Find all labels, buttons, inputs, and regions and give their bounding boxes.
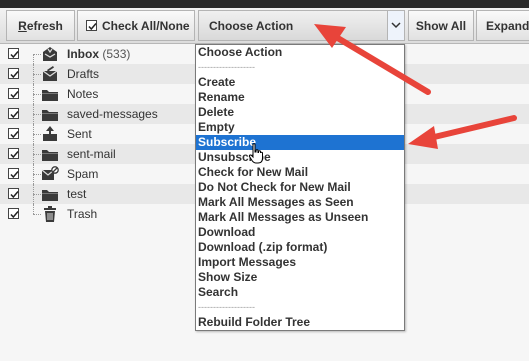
folder-label[interactable]: Inbox (533): [67, 47, 130, 61]
expand-label: Expand: [486, 18, 529, 33]
dropdown-option-rebuild-folder-tree[interactable]: Rebuild Folder Tree: [196, 315, 404, 330]
sent-tray-icon: [41, 125, 59, 143]
dropdown-option-mark-all-seen[interactable]: Mark All Messages as Seen: [196, 195, 404, 210]
dropdown-option-empty[interactable]: Empty: [196, 120, 404, 135]
dropdown-option-mark-all-unseen[interactable]: Mark All Messages as Unseen: [196, 210, 404, 225]
folder-checkbox[interactable]: [8, 168, 19, 179]
dropdown-separator: -------------------: [198, 302, 255, 312]
dropdown-option-search[interactable]: Search: [196, 285, 404, 300]
chevron-down-icon[interactable]: [387, 11, 404, 40]
tree-line: [33, 114, 41, 115]
folder-toolbar: Refresh Check All/None Choose Action Sho…: [0, 8, 529, 44]
dropdown-separator: -------------------: [198, 62, 255, 72]
tree-line: [33, 54, 34, 64]
trash-icon: [41, 205, 59, 223]
folder-checkbox[interactable]: [8, 108, 19, 119]
folder-label[interactable]: Sent: [67, 127, 92, 141]
choose-action-value: Choose Action: [209, 18, 294, 33]
folder-checkbox[interactable]: [8, 188, 19, 199]
dropdown-option-show-size[interactable]: Show Size: [196, 270, 404, 285]
tree-line: [33, 54, 41, 55]
tree-line: [33, 154, 41, 155]
folder-label[interactable]: test: [67, 187, 86, 201]
folder-icon: [41, 185, 59, 203]
show-all-label: Show All: [415, 18, 467, 33]
tree-line: [33, 174, 41, 175]
folder-checkbox[interactable]: [8, 148, 19, 159]
unread-count: (533): [102, 47, 131, 61]
choose-action-dropdown: Choose Action ------------------- Create…: [195, 44, 405, 331]
dropdown-option-rename[interactable]: Rename: [196, 90, 404, 105]
folder-checkbox[interactable]: [8, 68, 19, 79]
hand-pointer-cursor-icon: [248, 143, 263, 164]
tree-line: [33, 74, 41, 75]
dropdown-option-download[interactable]: Download: [196, 225, 404, 240]
dropdown-option-do-not-check-new-mail[interactable]: Do Not Check for New Mail: [196, 180, 404, 195]
folder-label[interactable]: Drafts: [67, 67, 99, 81]
folder-icon: [41, 85, 59, 103]
folder-checkbox[interactable]: [8, 128, 19, 139]
check-all-checkbox-icon: [86, 20, 97, 31]
tree-line: [33, 194, 41, 195]
refresh-accesskey: R: [18, 18, 27, 33]
refresh-button[interactable]: Refresh: [6, 10, 75, 41]
dropdown-option-create[interactable]: Create: [196, 75, 404, 90]
dropdown-option-delete[interactable]: Delete: [196, 105, 404, 120]
folder-checkbox[interactable]: [8, 48, 19, 59]
drafts-envelope-icon: [41, 65, 59, 83]
inbox-icon: [41, 45, 59, 63]
folder-label[interactable]: Notes: [67, 87, 98, 101]
folder-icon: [41, 145, 59, 163]
folder-label[interactable]: Spam: [67, 167, 98, 181]
tree-line: [33, 214, 41, 215]
spam-envelope-icon: [41, 165, 59, 183]
folder-label[interactable]: Trash: [67, 207, 97, 221]
refresh-label: efresh: [26, 18, 63, 33]
tree-line: [33, 94, 41, 95]
top-strip: [0, 0, 529, 8]
dropdown-option-import-messages[interactable]: Import Messages: [196, 255, 404, 270]
dropdown-option-choose-action[interactable]: Choose Action: [196, 45, 404, 60]
tree-line: [33, 134, 41, 135]
folder-label[interactable]: saved-messages: [67, 107, 158, 121]
check-all-label: Check All/None: [102, 18, 190, 33]
tree-line: [33, 204, 34, 214]
folder-checkbox[interactable]: [8, 208, 19, 219]
folder-name: Inbox: [67, 47, 99, 61]
show-all-button[interactable]: Show All: [408, 10, 474, 41]
folder-label[interactable]: sent-mail: [67, 147, 116, 161]
dropdown-option-check-new-mail[interactable]: Check for New Mail: [196, 165, 404, 180]
folder-icon: [41, 105, 59, 123]
dropdown-option-subscribe[interactable]: Subscribe: [196, 135, 404, 150]
choose-action-select[interactable]: Choose Action: [198, 10, 405, 41]
check-all-button[interactable]: Check All/None: [77, 10, 195, 41]
dropdown-option-unsubscribe[interactable]: Unsubscribe: [196, 150, 404, 165]
folder-checkbox[interactable]: [8, 88, 19, 99]
dropdown-option-download-zip[interactable]: Download (.zip format): [196, 240, 404, 255]
expand-button[interactable]: Expand: [476, 10, 529, 41]
